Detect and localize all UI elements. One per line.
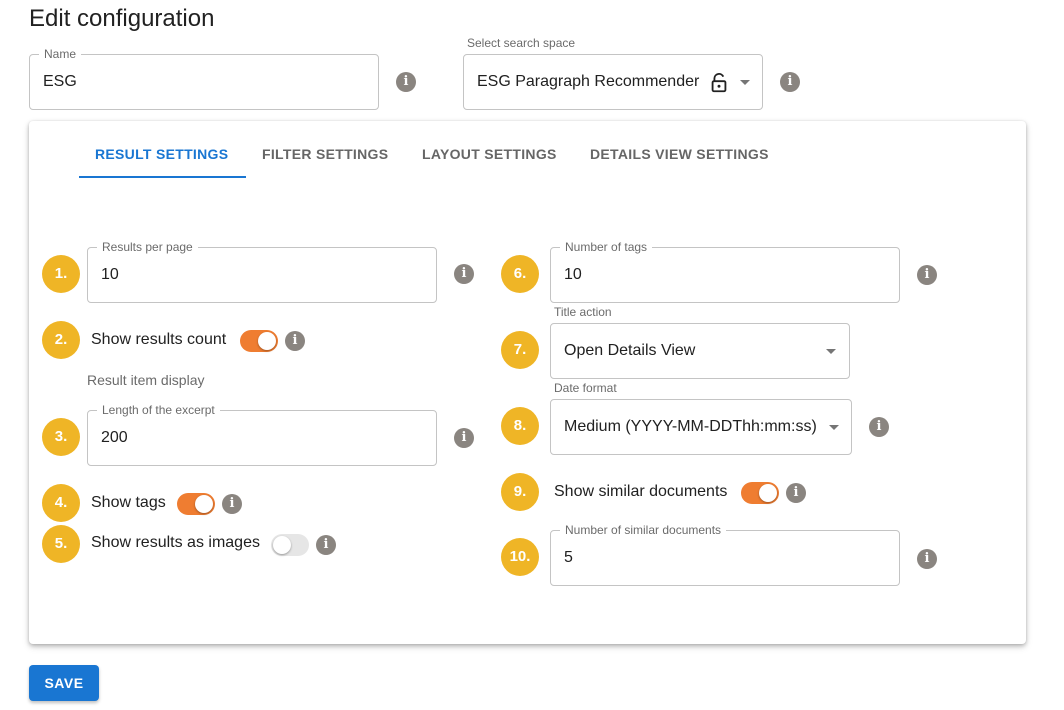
result-item-display-label: Result item display	[87, 372, 205, 388]
toggle-knob	[258, 332, 276, 350]
results-per-page-input[interactable]	[101, 266, 423, 284]
step-badge: 1.	[42, 255, 80, 293]
chevron-down-icon	[826, 349, 836, 354]
step-badge: 4.	[42, 484, 80, 522]
tab-result-settings[interactable]: RESULT SETTINGS	[95, 146, 228, 162]
show-results-as-images-label: Show results as images	[91, 534, 260, 551]
excerpt-length-field[interactable]: Length of the excerpt	[87, 403, 437, 466]
show-similar-documents-label: Show similar documents	[554, 483, 728, 500]
toggle-knob	[195, 495, 213, 513]
info-icon[interactable]: i	[917, 265, 937, 285]
search-space-value: ESG Paragraph Recommender	[477, 73, 700, 90]
step-badge: 9.	[501, 473, 539, 511]
name-field[interactable]: Name	[29, 47, 379, 110]
date-format-select[interactable]: Medium (YYYY-MM-DDThh:mm:ss)	[550, 399, 852, 455]
info-icon[interactable]: i	[869, 417, 889, 437]
info-icon[interactable]: i	[917, 549, 937, 569]
results-per-page-field[interactable]: Results per page	[87, 240, 437, 303]
results-per-page-label: Results per page	[97, 240, 198, 254]
show-results-count-toggle[interactable]	[240, 330, 278, 352]
step-badge: 5.	[42, 525, 80, 563]
search-space-select[interactable]: ESG Paragraph Recommender	[463, 54, 763, 110]
active-tab-indicator	[79, 176, 246, 178]
excerpt-length-input[interactable]	[101, 429, 423, 447]
title-action-select[interactable]: Open Details View	[550, 323, 850, 379]
save-button[interactable]: SAVE	[29, 665, 99, 701]
tab-layout-settings[interactable]: LAYOUT SETTINGS	[422, 146, 557, 162]
show-results-as-images-toggle[interactable]	[271, 534, 309, 556]
step-badge: 7.	[501, 331, 539, 369]
number-of-similar-documents-label: Number of similar documents	[560, 523, 727, 537]
step-badge: 3.	[42, 418, 80, 456]
name-input[interactable]	[43, 73, 365, 91]
chevron-down-icon	[829, 425, 839, 430]
excerpt-length-label: Length of the excerpt	[97, 403, 220, 417]
number-of-tags-field[interactable]: Number of tags	[550, 240, 900, 303]
unlocked-lock-icon[interactable]	[708, 72, 730, 94]
show-similar-documents-toggle[interactable]	[741, 482, 779, 504]
toggle-knob	[273, 536, 291, 554]
search-space-label: Select search space	[467, 36, 576, 50]
step-badge: 10.	[501, 538, 539, 576]
toggle-knob	[759, 484, 777, 502]
settings-card: RESULT SETTINGS FILTER SETTINGS LAYOUT S…	[29, 121, 1026, 644]
chevron-down-icon	[740, 80, 750, 85]
info-icon[interactable]: i	[454, 264, 474, 284]
date-format-value: Medium (YYYY-MM-DDThh:mm:ss)	[564, 418, 817, 435]
step-badge: 8.	[501, 407, 539, 445]
info-icon[interactable]: i	[285, 331, 305, 351]
number-of-tags-input[interactable]	[564, 266, 886, 284]
title-action-label: Title action	[554, 305, 612, 319]
tab-details-view-settings[interactable]: DETAILS VIEW SETTINGS	[590, 146, 769, 162]
number-of-similar-documents-input[interactable]	[564, 549, 886, 567]
date-format-label: Date format	[554, 381, 617, 395]
page-title: Edit configuration	[29, 5, 215, 32]
show-tags-toggle[interactable]	[177, 493, 215, 515]
number-of-tags-label: Number of tags	[560, 240, 653, 254]
info-icon[interactable]: i	[780, 72, 800, 92]
show-results-count-label: Show results count	[91, 331, 227, 348]
step-badge: 2.	[42, 321, 80, 359]
info-icon[interactable]: i	[454, 428, 474, 448]
title-action-value: Open Details View	[564, 342, 696, 359]
name-field-label: Name	[39, 47, 82, 61]
show-tags-label: Show tags	[91, 494, 166, 511]
info-icon[interactable]: i	[396, 72, 416, 92]
tab-filter-settings[interactable]: FILTER SETTINGS	[262, 146, 388, 162]
info-icon[interactable]: i	[786, 483, 806, 503]
info-icon[interactable]: i	[316, 535, 336, 555]
info-icon[interactable]: i	[222, 494, 242, 514]
number-of-similar-documents-field[interactable]: Number of similar documents	[550, 523, 900, 586]
step-badge: 6.	[501, 255, 539, 293]
